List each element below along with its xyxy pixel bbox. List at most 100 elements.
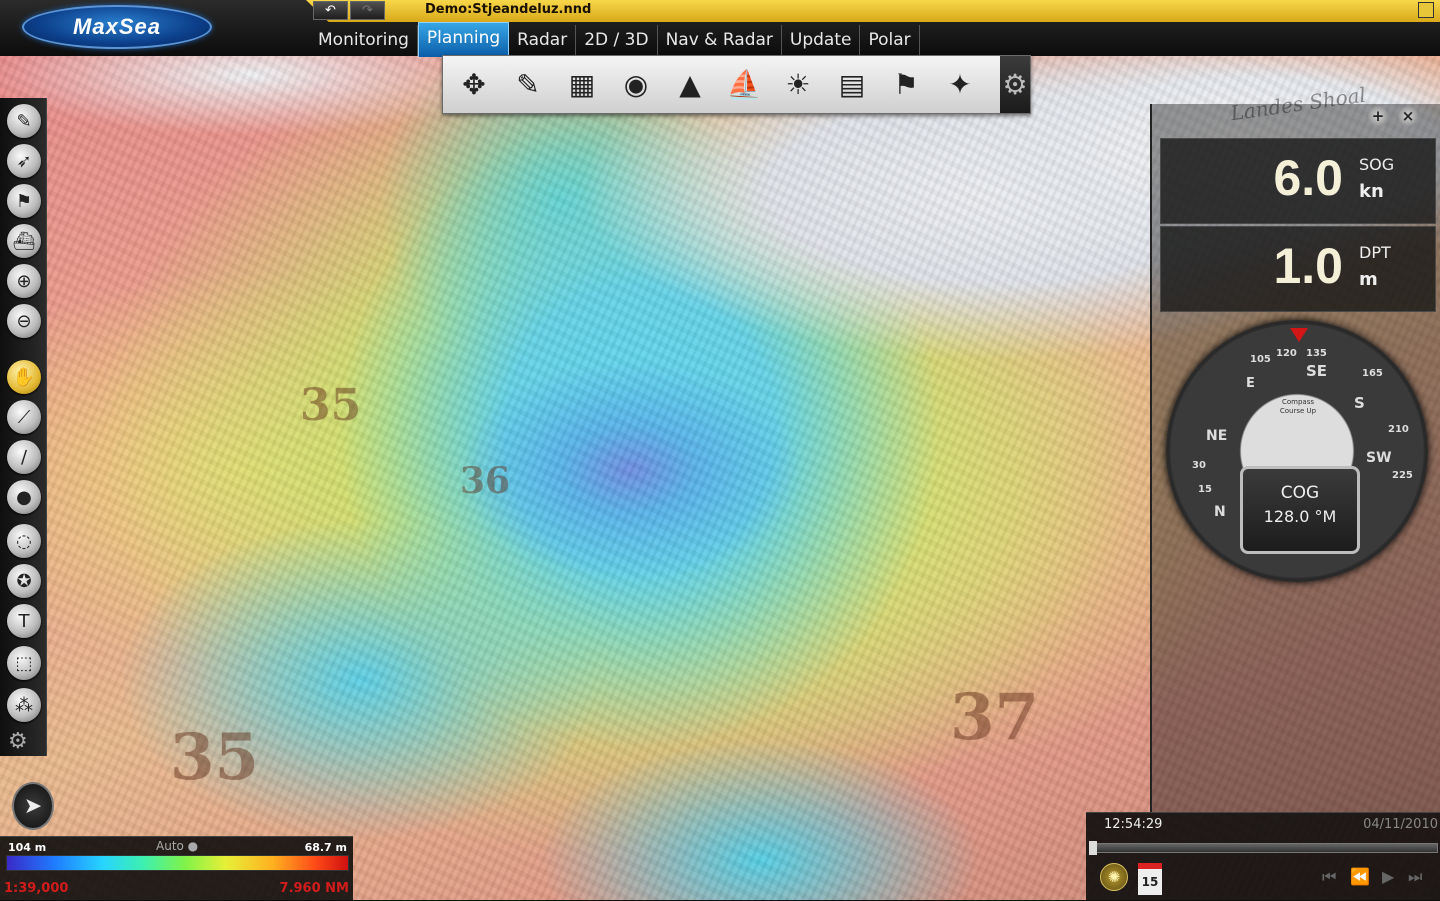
compass-rose-icon[interactable]: ✥ xyxy=(451,62,497,106)
main-tabs: Monitoring Planning Radar 2D / 3D Nav & … xyxy=(310,22,920,57)
depth-sounding-label: 36 xyxy=(460,460,511,502)
weather-icon[interactable]: ☀ xyxy=(775,62,821,106)
ais-target-icon[interactable]: ▲ xyxy=(667,62,713,106)
depth-color-scale xyxy=(6,855,349,871)
maxsea-logo: MaxSea xyxy=(22,5,212,49)
legend-max-depth: 68.7 m xyxy=(304,841,347,854)
previous-icon[interactable]: ⏪ xyxy=(1350,867,1370,886)
compass-cardinal-label: NE xyxy=(1206,428,1228,444)
compass-mode-label: Compass Course Up xyxy=(1263,398,1333,416)
undo-icon: ↶ xyxy=(325,3,336,18)
redo-icon: ↷ xyxy=(362,3,373,18)
time-bar: 12:54:29 04/11/2010 ✺ 15 ⏮ ⏪ ▶ ⏭ xyxy=(1086,812,1440,901)
undo-button[interactable]: ↶ xyxy=(313,1,348,20)
instrument-panel: + × 6.0 SOG kn 1.0 DPT m 120 135 105 E S… xyxy=(1150,104,1440,812)
tab-monitoring[interactable]: Monitoring xyxy=(310,25,418,56)
sog-label: SOG xyxy=(1359,155,1395,174)
close-icon: × xyxy=(1401,107,1415,125)
cursor-icon[interactable]: ➶ xyxy=(7,144,41,178)
gear-icon: ⚙ xyxy=(1002,68,1028,101)
heading-pointer-icon xyxy=(1290,328,1308,342)
calendar-button[interactable]: 15 xyxy=(1138,863,1162,895)
area-icon[interactable]: ◌ xyxy=(7,524,41,558)
objects-icon[interactable]: ⁂ xyxy=(7,688,41,722)
legend-auto-toggle[interactable]: Auto ● xyxy=(156,839,198,853)
tab-radar[interactable]: Radar xyxy=(509,25,577,56)
edit-route-icon[interactable]: ✎ xyxy=(505,62,551,106)
compass-gauge[interactable]: 120 135 105 E SE 165 S NE SW 210 225 30 … xyxy=(1166,320,1428,582)
dpt-label: DPT xyxy=(1359,243,1391,262)
dpt-value: 1.0 xyxy=(1273,238,1343,294)
compass-cardinal-label: SW xyxy=(1366,450,1392,466)
window-menu-button[interactable] xyxy=(1418,2,1434,18)
depth-legend: 104 m Auto ● 68.7 m 1:39,000 7.960 NM xyxy=(0,836,353,901)
compass-tick-label: 15 xyxy=(1198,484,1212,495)
sounder-icon[interactable]: ◉ xyxy=(613,62,659,106)
depth-sounding-label: 37 xyxy=(950,680,1040,755)
close-panel-button[interactable]: × xyxy=(1398,106,1418,126)
text-icon[interactable]: T xyxy=(7,604,41,638)
undo-redo-group: ↶ ↷ xyxy=(313,1,385,20)
sun-button[interactable]: ✺ xyxy=(1100,863,1128,891)
toolbar-settings-button[interactable]: ⚙ xyxy=(1000,56,1030,113)
tab-nav-radar[interactable]: Nav & Radar xyxy=(658,25,782,56)
tab-update[interactable]: Update xyxy=(782,25,861,56)
dpt-unit: m xyxy=(1359,269,1378,290)
plus-icon: + xyxy=(1371,107,1385,125)
planning-toolbar: ✥ ✎ ▦ ◉ ▲ ⛵ ☀ ▤ ⚑ ✦ ⚙ xyxy=(442,55,1031,114)
select-area-icon[interactable]: ⬚ xyxy=(7,646,41,680)
mark-icon[interactable]: ✪ xyxy=(7,564,41,598)
compass-tick-label: 210 xyxy=(1388,424,1409,435)
palette-settings-button[interactable]: ⚙ xyxy=(8,729,28,754)
next-icon[interactable]: ⏭ xyxy=(1408,867,1422,887)
sog-readout[interactable]: 6.0 SOG kn xyxy=(1160,138,1436,224)
top-bar: MaxSea ↶ ↷ Demo:Stjeandeluz.nnd Monitori… xyxy=(0,0,1440,57)
compass-tick-label: 135 xyxy=(1306,348,1327,359)
time-slider-thumb[interactable] xyxy=(1089,841,1097,855)
boat-icon[interactable]: ⛵ xyxy=(721,62,767,106)
north-up-button[interactable]: ➤ xyxy=(12,782,54,830)
compass-mode-line1: Compass xyxy=(1281,398,1315,406)
route-icon[interactable]: ⚑ xyxy=(7,184,41,218)
compass-cardinal-label: N xyxy=(1214,504,1226,520)
north-arrow-icon: ➤ xyxy=(23,793,43,819)
chart-layers-icon[interactable]: ▦ xyxy=(559,62,605,106)
chart-scale: 1:39,000 xyxy=(4,881,69,896)
sog-unit: kn xyxy=(1359,181,1384,202)
cog-label: COG xyxy=(1280,483,1320,503)
compass-tick-label: 120 xyxy=(1276,348,1297,359)
tool-palette: ✎ ➶ ⚑ ⛴ ⊕ ⊖ ✋ ⟋ ∕ ● ◌ ✪ T ⬚ ⁂ ⚙ xyxy=(0,98,47,756)
zoom-in-icon[interactable]: ⊕ xyxy=(7,264,41,298)
depth-sounding-label: 35 xyxy=(300,380,362,431)
depth-sounding-label: 35 xyxy=(170,720,260,795)
compass-mode-line2: Course Up xyxy=(1279,407,1317,415)
hand-pan-icon[interactable]: ✋ xyxy=(7,360,41,394)
tab-polar[interactable]: Polar xyxy=(860,25,920,56)
boat-tool-icon[interactable]: ⛴ xyxy=(7,224,41,258)
marks-icon[interactable]: ✦ xyxy=(937,62,983,106)
zoom-out-icon[interactable]: ⊖ xyxy=(7,304,41,338)
tide-table-icon[interactable]: ▤ xyxy=(829,62,875,106)
flag-icon[interactable]: ⚑ xyxy=(883,62,929,106)
compass-cardinal-label: SE xyxy=(1306,362,1328,380)
depth-readout[interactable]: 1.0 DPT m xyxy=(1160,226,1436,312)
sog-value: 6.0 xyxy=(1273,150,1343,206)
tab-2d-3d[interactable]: 2D / 3D xyxy=(576,25,658,56)
circle-icon[interactable]: ● xyxy=(7,480,41,514)
redo-button[interactable]: ↷ xyxy=(350,1,385,20)
tab-planning[interactable]: Planning xyxy=(417,22,510,57)
compass-tick-label: 165 xyxy=(1362,368,1383,379)
play-icon[interactable]: ▶ xyxy=(1382,867,1394,886)
compass-tick-label: 225 xyxy=(1392,470,1413,481)
skip-start-icon[interactable]: ⏮ xyxy=(1322,867,1336,887)
compass-cardinal-label: S xyxy=(1354,394,1365,412)
compass-cardinal-label: E xyxy=(1246,376,1255,391)
time-slider-track[interactable] xyxy=(1090,843,1438,853)
ruler-icon[interactable]: ✎ xyxy=(7,104,41,138)
calendar-icon: 15 xyxy=(1141,875,1159,889)
add-instrument-button[interactable]: + xyxy=(1368,106,1388,126)
chart-distance: 7.960 NM xyxy=(279,881,349,896)
line-icon[interactable]: ∕ xyxy=(7,440,41,474)
measure-icon[interactable]: ⟋ xyxy=(7,400,41,434)
current-time: 12:54:29 xyxy=(1104,817,1163,832)
